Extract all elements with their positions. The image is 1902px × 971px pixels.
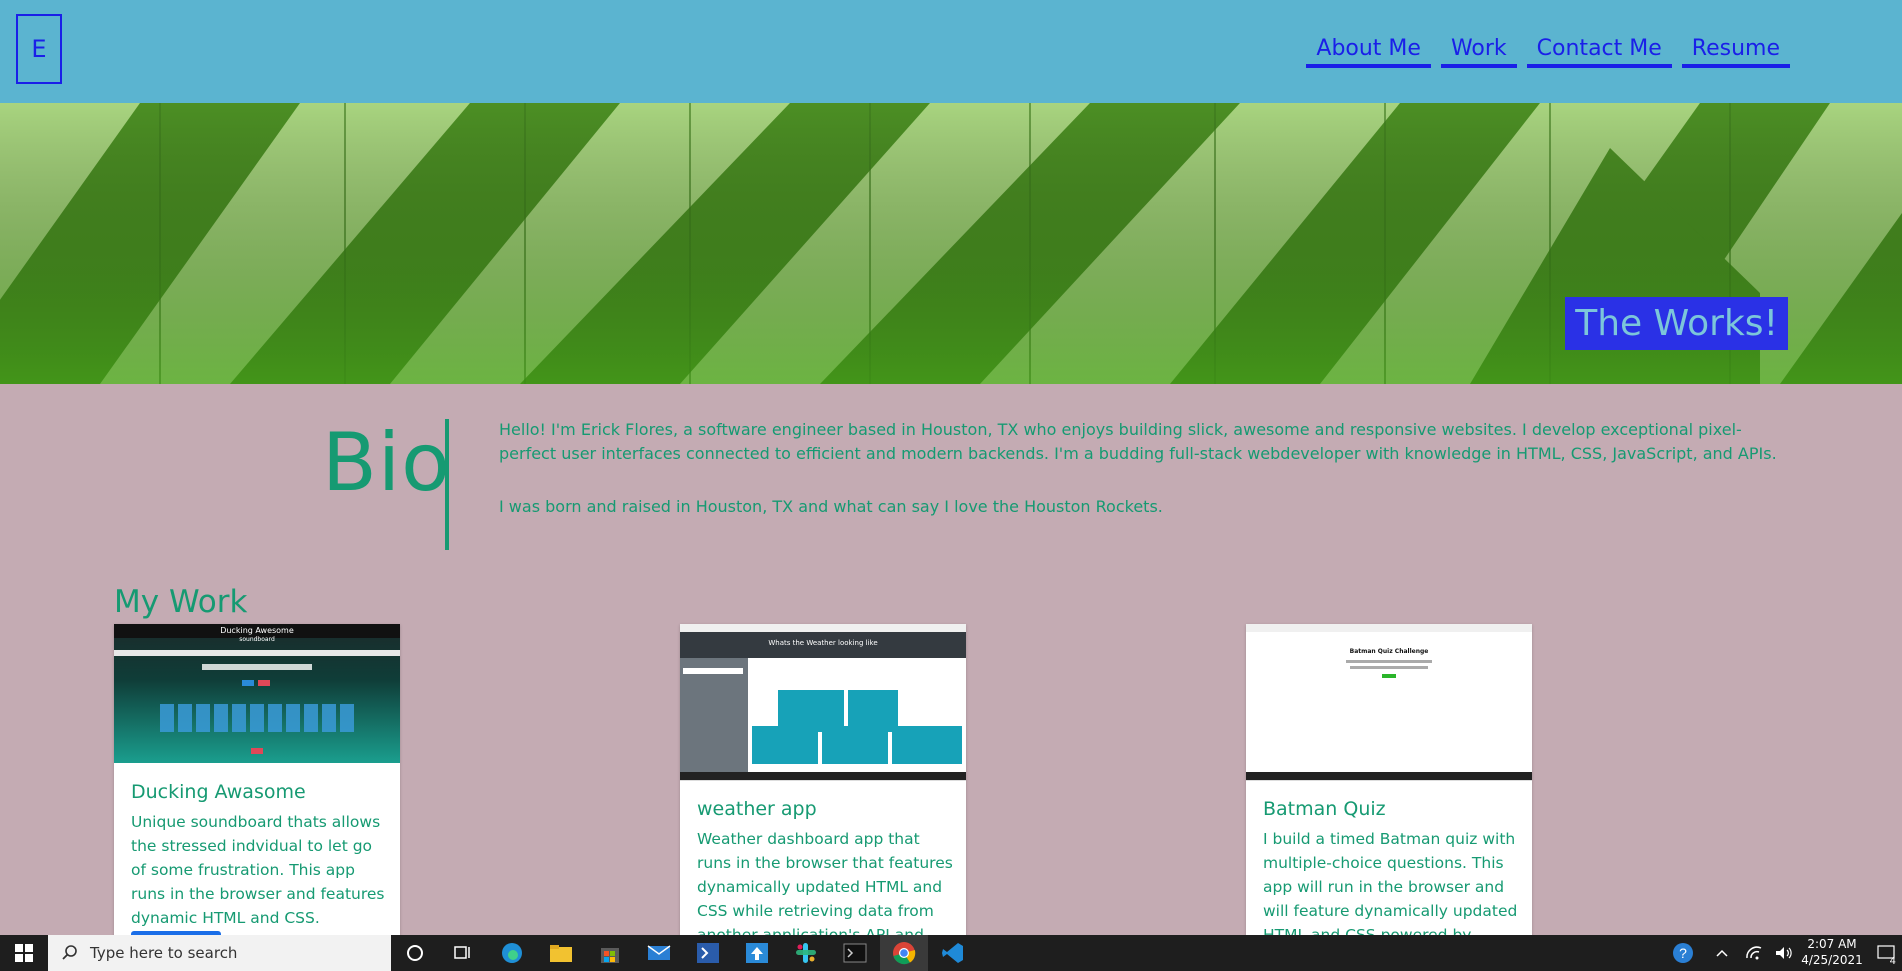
help-icon[interactable]: ? — [1668, 935, 1698, 971]
thumb-title: Batman Quiz Challenge — [1349, 648, 1429, 655]
powershell-icon[interactable] — [684, 935, 732, 971]
bio-heading: Bio — [322, 416, 452, 509]
work-heading: My Work — [114, 584, 248, 620]
project-card-batman-quiz[interactable]: Batman Quiz Challenge Batman Quiz I buil… — [1246, 624, 1532, 954]
taskbar-search-box[interactable]: Type here to search — [48, 935, 391, 971]
terminal-icon[interactable] — [831, 935, 879, 971]
vscode-icon[interactable] — [929, 935, 977, 971]
cortana-icon[interactable] — [391, 935, 439, 971]
project-card-ducking-awasome[interactable]: Ducking Awesome soundboard Ducking Awaso… — [114, 624, 400, 954]
clock[interactable]: 2:07 AM 4/25/2021 — [1800, 937, 1864, 967]
notification-center-icon[interactable]: 4 — [1870, 935, 1902, 971]
main-nav: About Me Work Contact Me Resume — [1306, 36, 1790, 68]
nav-link-resume[interactable]: Resume — [1681, 36, 1790, 68]
windows-logo-icon — [15, 944, 33, 962]
volume-icon[interactable] — [1770, 935, 1798, 971]
thumb-title: Whats the Weather looking like — [768, 639, 878, 647]
clock-date: 4/25/2021 — [1801, 953, 1863, 967]
project-screenshot[interactable]: Whats the Weather looking like — [680, 624, 966, 781]
file-explorer-icon[interactable] — [537, 935, 585, 971]
bio-divider — [445, 419, 449, 550]
notification-count: 4 — [1889, 956, 1896, 967]
app-upload-icon[interactable] — [733, 935, 781, 971]
site-header: E About Me Work Contact Me Resume — [0, 0, 1902, 103]
start-button[interactable] — [0, 935, 48, 971]
bio-text: Hello! I'm Erick Flores, a software engi… — [499, 418, 1789, 548]
clock-time: 2:07 AM — [1807, 937, 1857, 951]
project-title: weather app — [697, 798, 817, 820]
hero-title: The Works! — [1565, 297, 1788, 350]
nav-link-work[interactable]: Work — [1440, 36, 1517, 68]
slack-icon[interactable] — [782, 935, 830, 971]
thumb-subtitle: soundboard — [239, 636, 275, 643]
mail-icon[interactable] — [635, 935, 683, 971]
project-description: Unique soundboard thats allows the stres… — [131, 813, 385, 927]
chevron-up-icon[interactable] — [1710, 935, 1734, 971]
project-card-weather-app[interactable]: Whats the Weather looking like weather a… — [680, 624, 966, 954]
nav-link-about-me[interactable]: About Me — [1306, 36, 1431, 68]
project-title: Batman Quiz — [1263, 798, 1386, 820]
svg-text:?: ? — [1679, 945, 1687, 961]
thumb-title: Ducking Awesome — [220, 626, 294, 635]
bio-paragraph: Hello! I'm Erick Flores, a software engi… — [499, 420, 1777, 463]
project-description: I build a timed Batman quiz with multipl… — [1263, 830, 1518, 944]
nav-link-contact-me[interactable]: Contact Me — [1526, 36, 1672, 68]
hero-banner: The Works! — [0, 103, 1902, 384]
microsoft-store-icon[interactable] — [586, 935, 634, 971]
edge-icon[interactable] — [488, 935, 536, 971]
bio-paragraph: I was born and raised in Houston, TX and… — [499, 497, 1163, 516]
search-icon — [62, 945, 77, 960]
project-screenshot[interactable]: Batman Quiz Challenge — [1246, 624, 1532, 781]
wifi-icon[interactable] — [1740, 935, 1768, 971]
site-logo[interactable]: E — [16, 14, 62, 84]
project-title: Ducking Awasome — [131, 781, 306, 803]
search-placeholder: Type here to search — [90, 944, 238, 962]
project-screenshot[interactable]: Ducking Awesome soundboard — [114, 624, 400, 763]
task-view-icon[interactable] — [439, 935, 487, 971]
chrome-icon[interactable] — [880, 935, 928, 971]
windows-taskbar: Type here to search ? 2:07 AM 4/25/2021 … — [0, 935, 1902, 971]
